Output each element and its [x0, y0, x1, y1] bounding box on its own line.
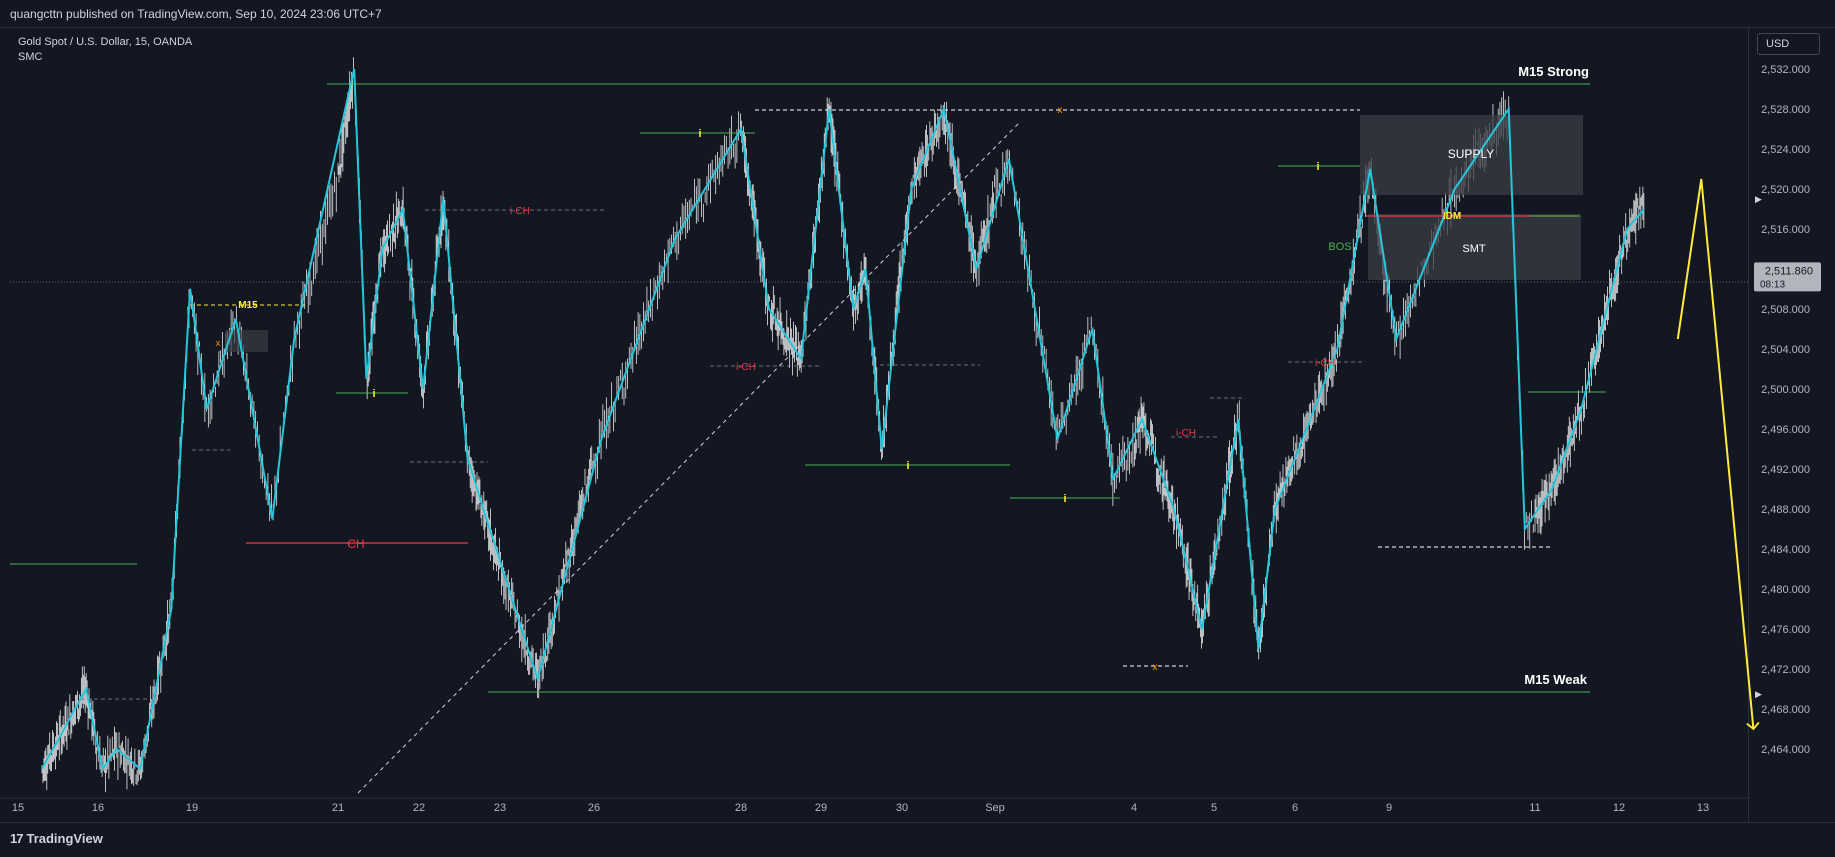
supply-zone-label: SUPPLY — [1448, 147, 1494, 161]
time-tick-14: 9 — [1386, 802, 1392, 814]
price-tick-10: 2,492.000 — [1761, 464, 1810, 476]
time-tick-9: 30 — [896, 802, 908, 814]
i-label-4: i — [1316, 161, 1319, 173]
price-tick-4: 2,516.000 — [1761, 224, 1810, 236]
time-tick-6: 26 — [588, 802, 600, 814]
tradingview-logo[interactable]: 17 TradingView — [10, 831, 103, 846]
price-tick-0: 2,532.000 — [1761, 64, 1810, 76]
ich-label-3: i-CH — [1176, 428, 1196, 439]
axis-marker-bottom: ▶ — [1755, 690, 1762, 700]
price-tick-17: 2,464.000 — [1761, 744, 1810, 756]
left-x-marker: x — [216, 338, 221, 348]
footer-bar: 17 TradingView — [0, 822, 1835, 857]
m15-strong-label: M15 Strong — [1518, 64, 1589, 79]
time-tick-7: 28 — [735, 802, 747, 814]
structure-layer — [10, 83, 1748, 794]
top-liquidity-x: x — [1058, 105, 1063, 116]
ich-label-1: i-CH — [736, 362, 756, 373]
price-tick-14: 2,476.000 — [1761, 624, 1810, 636]
m15-weak-label: M15 Weak — [1524, 672, 1587, 687]
time-tick-12: 5 — [1211, 802, 1217, 814]
time-tick-15: 11 — [1529, 802, 1540, 814]
time-tick-8: 29 — [815, 802, 827, 814]
time-tick-16: 12 — [1613, 802, 1625, 814]
ch-label: CH — [347, 537, 364, 551]
time-tick-11: 4 — [1131, 802, 1137, 814]
smt-zone-label: SMT — [1462, 243, 1486, 255]
price-tick-1: 2,528.000 — [1761, 104, 1810, 116]
time-tick-5: 23 — [494, 802, 506, 814]
time-tick-10: Sep — [985, 802, 1005, 814]
price-tick-16: 2,468.000 — [1761, 704, 1810, 716]
time-tick-2: 19 — [186, 802, 198, 814]
time-tick-1: 16 — [92, 802, 104, 814]
i-label-0: i — [698, 128, 701, 140]
price-chart[interactable]: SUPPLY SMT M15 Strong M15 Weak IDM CH x x M15 x i-… — [0, 0, 1835, 857]
tradingview-logo-text: TradingView — [26, 831, 103, 846]
i-label-2: i — [906, 460, 909, 472]
time-tick-3: 21 — [332, 802, 344, 814]
time-tick-4: 22 — [413, 802, 425, 814]
price-tick-6: 2,508.000 — [1761, 304, 1810, 316]
bos-label: BOS — [1328, 241, 1351, 253]
price-tick-15: 2,472.000 — [1761, 664, 1810, 676]
price-tick-7: 2,504.000 — [1761, 344, 1810, 356]
m15-label: M15 — [238, 300, 258, 311]
price-tick-8: 2,500.000 — [1761, 384, 1810, 396]
countdown-label: 08:13 — [1760, 279, 1785, 290]
price-tick-9: 2,496.000 — [1761, 424, 1810, 436]
price-tick-2: 2,524.000 — [1761, 144, 1810, 156]
i-label-3: i — [1063, 493, 1066, 505]
price-tick-13: 2,480.000 — [1761, 584, 1810, 596]
time-tick-17: 13 — [1697, 802, 1709, 814]
ich-label-0: i-CH — [510, 206, 530, 217]
axis-marker-top: ▶ — [1755, 195, 1762, 205]
price-tick-12: 2,484.000 — [1761, 544, 1810, 556]
current-price-label: 2,511.860 — [1765, 265, 1813, 277]
price-tick-3: 2,520.000 — [1761, 184, 1810, 196]
sep-low-x: x — [1153, 662, 1158, 673]
projection-arrow — [1676, 178, 1760, 731]
ich-label-2: i-CH — [1315, 358, 1335, 369]
time-tick-13: 6 — [1292, 802, 1298, 814]
price-tick-11: 2,488.000 — [1761, 504, 1810, 516]
chart-screen: quangcttn published on TradingView.com, … — [0, 0, 1835, 857]
idm-label: IDM — [1443, 211, 1461, 222]
tradingview-logo-icon: 17 — [10, 831, 24, 846]
time-tick-0: 15 — [12, 802, 24, 814]
i-label-1: i — [372, 388, 375, 400]
